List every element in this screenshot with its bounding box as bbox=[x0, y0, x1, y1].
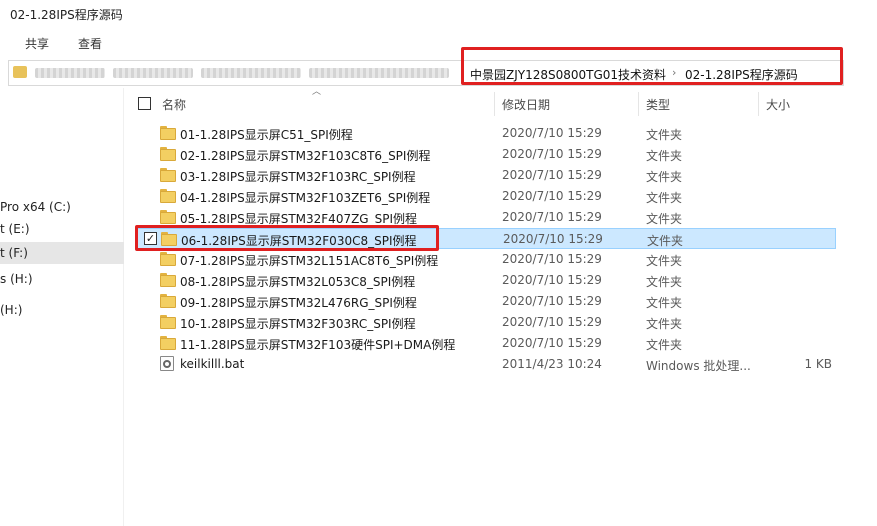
file-type: 文件夹 bbox=[647, 234, 684, 248]
folder-icon bbox=[160, 273, 176, 287]
folder-icon bbox=[160, 210, 176, 224]
ribbon-tab-share[interactable]: 共享 bbox=[25, 35, 49, 52]
folder-icon bbox=[160, 294, 176, 308]
nav-item-drive-f[interactable]: t (F:) bbox=[0, 242, 124, 264]
file-name: 01-1.28IPS显示屏C51_SPI例程 bbox=[180, 128, 353, 142]
file-row[interactable]: 04-1.28IPS显示屏STM32F103ZET6_SPI例程 2020/7/… bbox=[136, 186, 836, 207]
file-date: 2020/7/10 15:29 bbox=[503, 232, 603, 246]
folder-icon bbox=[160, 168, 176, 182]
folder-icon bbox=[13, 66, 27, 78]
file-type: 文件夹 bbox=[646, 128, 683, 142]
file-date: 2020/7/10 15:29 bbox=[502, 315, 602, 329]
file-row[interactable]: 03-1.28IPS显示屏STM32F103RC_SPI例程 2020/7/10… bbox=[136, 165, 836, 186]
file-type: 文件夹 bbox=[646, 296, 683, 310]
file-row[interactable]: 01-1.28IPS显示屏C51_SPI例程 2020/7/10 15:29 文… bbox=[136, 123, 836, 144]
file-row[interactable]: keilkilll.bat 2011/4/23 10:24 Windows 批处… bbox=[136, 354, 836, 375]
file-name: 10-1.28IPS显示屏STM32F303RC_SPI例程 bbox=[180, 317, 416, 331]
nav-item-drive-h[interactable]: s (H:) bbox=[0, 268, 124, 290]
window-title: 02-1.28IPS程序源码 bbox=[10, 8, 123, 22]
highlight-annotation-address bbox=[461, 47, 843, 85]
file-date: 2020/7/10 15:29 bbox=[502, 147, 602, 161]
title-bar: 02-1.28IPS程序源码 bbox=[0, 0, 877, 28]
batch-file-icon bbox=[160, 356, 174, 371]
file-name: 08-1.28IPS显示屏STM32L053C8_SPI例程 bbox=[180, 275, 416, 289]
file-type: 文件夹 bbox=[646, 254, 683, 268]
file-date: 2020/7/10 15:29 bbox=[502, 336, 602, 350]
file-row[interactable]: 11-1.28IPS显示屏STM32F103硬件SPI+DMA例程 2020/7… bbox=[136, 333, 836, 354]
file-name: 11-1.28IPS显示屏STM32F103硬件SPI+DMA例程 bbox=[180, 338, 456, 352]
blurred-path-segment bbox=[201, 68, 301, 78]
file-name: 03-1.28IPS显示屏STM32F103RC_SPI例程 bbox=[180, 170, 416, 184]
folder-icon bbox=[160, 189, 176, 203]
blurred-path-segment bbox=[309, 68, 449, 78]
file-date: 2020/7/10 15:29 bbox=[502, 252, 602, 266]
file-date: 2020/7/10 15:29 bbox=[502, 189, 602, 203]
file-type: 文件夹 bbox=[646, 212, 683, 226]
ribbon-tab-view[interactable]: 查看 bbox=[78, 35, 102, 52]
file-date: 2020/7/10 15:29 bbox=[502, 294, 602, 308]
folder-icon bbox=[160, 126, 176, 140]
file-row[interactable]: 08-1.28IPS显示屏STM32L053C8_SPI例程 2020/7/10… bbox=[136, 270, 836, 291]
file-date: 2020/7/10 15:29 bbox=[502, 126, 602, 140]
file-date: 2020/7/10 15:29 bbox=[502, 168, 602, 182]
file-name: keilkilll.bat bbox=[180, 357, 245, 371]
file-type: Windows 批处理... bbox=[646, 359, 751, 373]
column-header: 名称 修改日期 类型 大小 bbox=[130, 92, 840, 116]
folder-icon bbox=[160, 336, 176, 350]
file-type: 文件夹 bbox=[646, 170, 683, 184]
file-name: 04-1.28IPS显示屏STM32F103ZET6_SPI例程 bbox=[180, 191, 431, 205]
file-type: 文件夹 bbox=[646, 275, 683, 289]
folder-icon bbox=[160, 252, 176, 266]
blurred-path-segment bbox=[113, 68, 193, 78]
file-name: 07-1.28IPS显示屏STM32L151AC8T6_SPI例程 bbox=[180, 254, 439, 268]
file-name: 02-1.28IPS显示屏STM32F103C8T6_SPI例程 bbox=[180, 149, 431, 163]
file-type: 文件夹 bbox=[646, 317, 683, 331]
file-date: 2011/4/23 10:24 bbox=[502, 357, 602, 371]
file-type: 文件夹 bbox=[646, 191, 683, 205]
file-type: 文件夹 bbox=[646, 149, 683, 163]
file-name: 09-1.28IPS显示屏STM32L476RG_SPI例程 bbox=[180, 296, 417, 310]
file-date: 2020/7/10 15:29 bbox=[502, 210, 602, 224]
file-row[interactable]: 02-1.28IPS显示屏STM32F103C8T6_SPI例程 2020/7/… bbox=[136, 144, 836, 165]
navigation-pane: Pro x64 (C:) t (E:) t (F:) s (H:) (H:) bbox=[0, 88, 124, 526]
file-row[interactable]: 09-1.28IPS显示屏STM32L476RG_SPI例程 2020/7/10… bbox=[136, 291, 836, 312]
column-header-date[interactable]: 修改日期 bbox=[502, 96, 550, 113]
column-header-type[interactable]: 类型 bbox=[646, 96, 670, 113]
select-all-checkbox[interactable] bbox=[138, 97, 151, 110]
file-row[interactable]: 07-1.28IPS显示屏STM32L151AC8T6_SPI例程 2020/7… bbox=[136, 249, 836, 270]
blurred-path-segment bbox=[35, 68, 105, 78]
folder-icon bbox=[160, 147, 176, 161]
folder-icon bbox=[160, 315, 176, 329]
file-type: 文件夹 bbox=[646, 338, 683, 352]
column-divider[interactable] bbox=[758, 92, 759, 116]
column-divider[interactable] bbox=[494, 92, 495, 116]
highlight-annotation-row bbox=[135, 225, 439, 251]
column-header-name[interactable]: 名称 bbox=[162, 96, 186, 113]
nav-item-drive-h-2[interactable]: (H:) bbox=[0, 299, 124, 321]
nav-item-drive-c[interactable]: Pro x64 (C:) bbox=[0, 196, 124, 218]
column-divider[interactable] bbox=[638, 92, 639, 116]
file-date: 2020/7/10 15:29 bbox=[502, 273, 602, 287]
column-header-size[interactable]: 大小 bbox=[766, 96, 790, 113]
file-row[interactable]: 10-1.28IPS显示屏STM32F303RC_SPI例程 2020/7/10… bbox=[136, 312, 836, 333]
nav-item-drive-e[interactable]: t (E:) bbox=[0, 218, 124, 240]
file-size: 1 KB bbox=[804, 357, 832, 371]
